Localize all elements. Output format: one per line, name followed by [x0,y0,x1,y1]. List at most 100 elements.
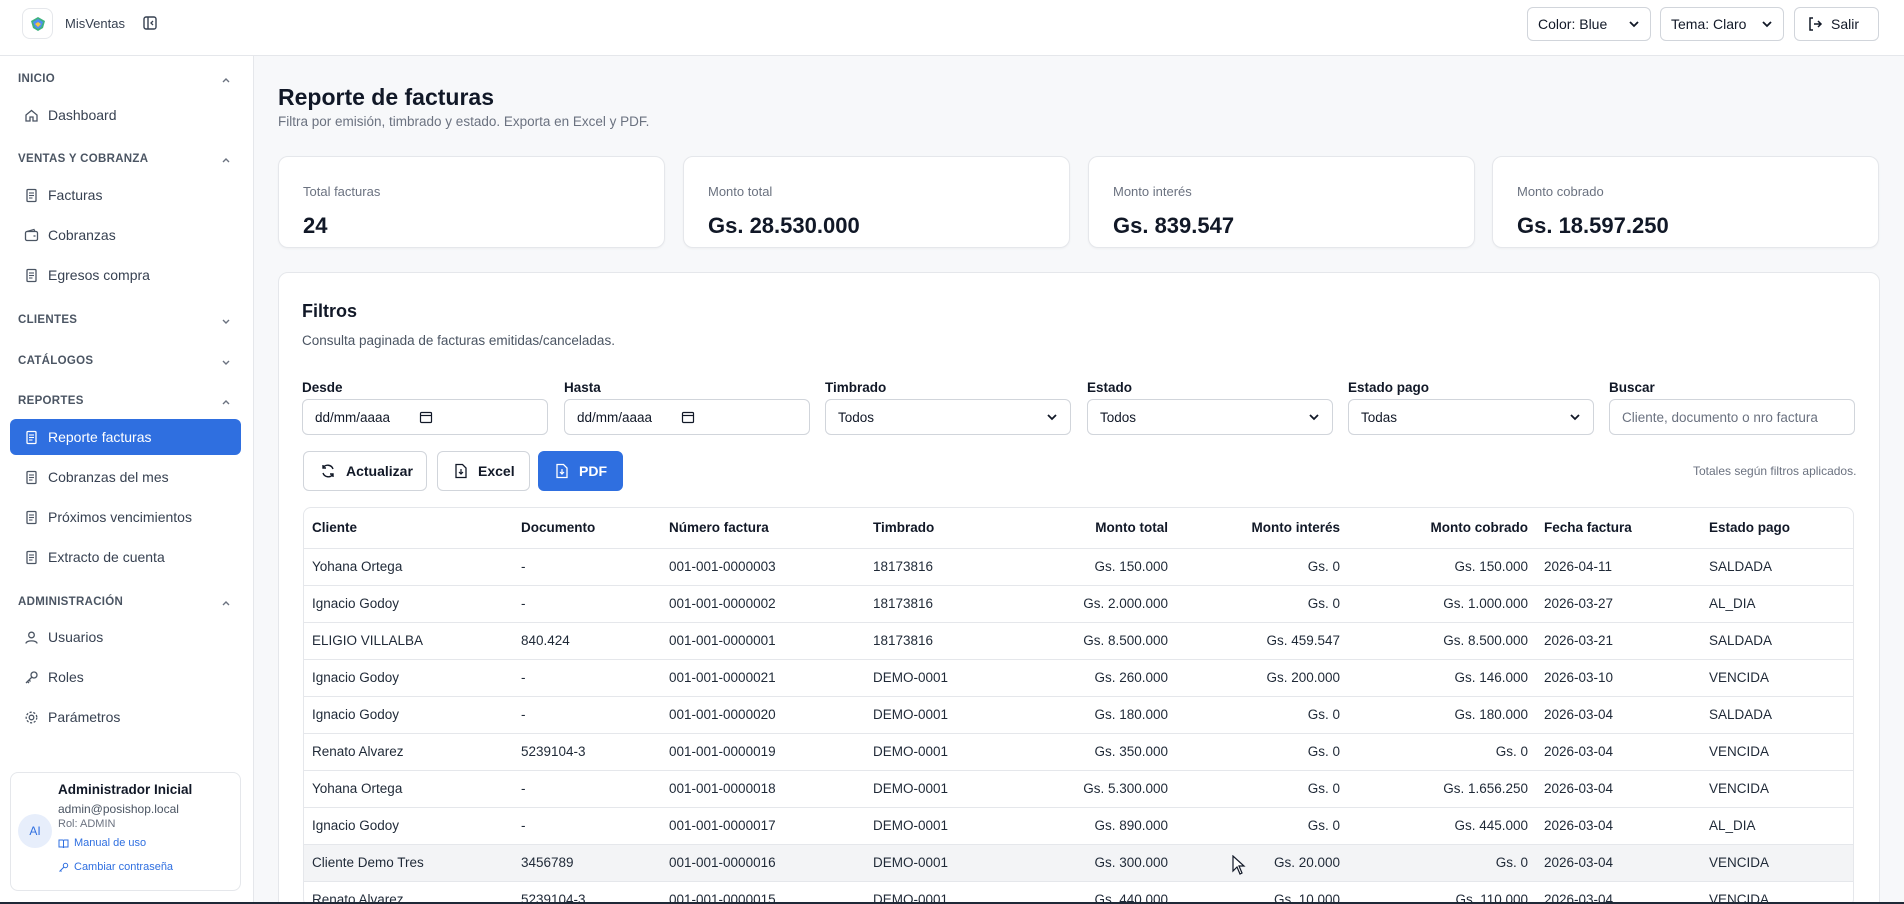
cell-estado-pago: VENCIDA [1701,881,1853,904]
column-header[interactable]: Monto total [988,508,1176,549]
hasta-value: dd/mm/aaaa [577,409,653,425]
section-administracion[interactable]: ADMINISTRACIÓN [18,596,123,608]
column-header[interactable]: Monto cobrado [1348,508,1536,549]
cell-numero-factura: 001-001-0000018 [661,770,865,808]
chevron-up-icon[interactable] [221,155,231,165]
cell-monto-cobrado: Gs. 150.000 [1348,548,1536,586]
table-row[interactable]: Renato Alvarez 5239104-3 001-001-0000019… [304,733,1853,771]
change-password-link[interactable]: Cambiar contraseña [58,861,173,873]
sidebar-item-label: Próximos vencimientos [48,509,192,525]
cell-timbrado: DEMO-0001 [865,696,988,734]
cell-timbrado: DEMO-0001 [865,881,988,904]
stat-label: Monto total [708,184,773,199]
column-header[interactable]: Número factura [661,508,865,549]
chevron-down-icon[interactable] [221,357,231,367]
cell-fecha-factura: 2026-03-21 [1536,622,1701,660]
section-ventas-cobranza[interactable]: VENTAS Y COBRANZA [18,153,148,165]
cell-monto-total: Gs. 180.000 [988,696,1176,734]
filters-title: Filtros [302,301,358,321]
sidebar-toggle-icon[interactable] [141,14,159,32]
table-row[interactable]: Yohana Ortega - 001-001-0000018 DEMO-000… [304,770,1853,808]
theme-select[interactable]: Tema: Claro [1660,7,1784,41]
sidebar-item-facturas[interactable]: Facturas [10,177,241,213]
cell-documento: 840.424 [513,622,661,660]
cell-monto-total: Gs. 260.000 [988,659,1176,697]
sidebar-item-cobranzas-del-mes[interactable]: Cobranzas del mes [10,459,241,495]
excel-button[interactable]: Excel [437,451,530,491]
estado-label: Estado [1087,380,1133,395]
cell-cliente: Yohana Ortega [304,548,513,586]
sidebar-item-cobranzas[interactable]: Cobranzas [10,217,241,253]
column-header[interactable]: Monto interés [1176,508,1348,549]
column-header[interactable]: Fecha factura [1536,508,1701,549]
table-row[interactable]: ELIGIO VILLALBA 840.424 001-001-0000001 … [304,622,1853,660]
cell-documento: 3456789 [513,844,661,882]
refresh-icon [322,464,334,478]
section-catalogos[interactable]: CATÁLOGOS [18,355,93,367]
cell-cliente: Renato Alvarez [304,733,513,771]
cell-timbrado: DEMO-0001 [865,733,988,771]
cell-timbrado: DEMO-0001 [865,844,988,882]
sidebar-item-roles[interactable]: Roles [10,659,241,695]
sidebar-item-egresos-compra[interactable]: Egresos compra [10,257,241,293]
cell-fecha-factura: 2026-03-10 [1536,659,1701,697]
stat-value: Gs. 28.530.000 [708,213,860,238]
column-header[interactable]: Timbrado [865,508,988,549]
timbrado-select[interactable]: Todos [825,399,1071,435]
table-row[interactable]: Ignacio Godoy - 001-001-0000017 DEMO-000… [304,807,1853,845]
cell-numero-factura: 001-001-0000019 [661,733,865,771]
cell-cliente: Ignacio Godoy [304,807,513,845]
section-inicio[interactable]: INICIO [18,73,55,85]
chevron-up-icon[interactable] [221,75,231,85]
cell-monto-interes: Gs. 0 [1176,585,1348,623]
cell-estado-pago: SALDADA [1701,696,1853,734]
stat-label: Total facturas [303,184,381,199]
table-row[interactable]: Yohana Ortega - 001-001-0000003 18173816… [304,548,1853,586]
chevron-up-icon[interactable] [221,397,231,407]
sidebar-item-reporte-facturas[interactable]: Reporte facturas [10,419,241,455]
cell-monto-total: Gs. 8.500.000 [988,622,1176,660]
cell-estado-pago: SALDADA [1701,622,1853,660]
pdf-button[interactable]: PDF [538,451,623,491]
cell-cliente: Ignacio Godoy [304,696,513,734]
chevron-up-icon[interactable] [221,598,231,608]
logout-button[interactable]: Salir [1794,7,1879,41]
app-name: MisVentas [65,16,125,31]
cell-cliente: Yohana Ortega [304,770,513,808]
color-select[interactable]: Color: Blue [1527,7,1651,41]
estado-pago-select[interactable]: Todas [1348,399,1594,435]
stat-value: 24 [303,213,328,238]
hasta-date-input[interactable]: dd/mm/aaaa [564,399,810,435]
column-header[interactable]: Estado pago [1701,508,1853,549]
column-header[interactable]: Documento [513,508,661,549]
estado-select[interactable]: Todos [1087,399,1333,435]
manual-link[interactable]: Manual de uso [58,837,146,849]
chevron-down-icon[interactable] [221,316,231,326]
sidebar-item-proximos-vencimientos[interactable]: Próximos vencimientos [10,499,241,535]
sidebar-item-parametros[interactable]: Parámetros [10,699,241,735]
table-row[interactable]: Renato Alvarez 5239104-3 001-001-0000015… [304,881,1853,904]
refresh-button[interactable]: Actualizar [303,451,427,491]
column-header[interactable]: Cliente [304,508,513,549]
table-row[interactable]: Ignacio Godoy - 001-001-0000021 DEMO-000… [304,659,1853,697]
table-row[interactable]: Ignacio Godoy - 001-001-0000020 DEMO-000… [304,696,1853,734]
table-row[interactable]: Cliente Demo Tres 3456789 001-001-000001… [304,844,1853,882]
stat-card-monto-total: Monto total Gs. 28.530.000 [683,156,1070,248]
section-reportes[interactable]: REPORTES [18,395,84,407]
section-clientes[interactable]: CLIENTES [18,314,77,326]
sidebar-item-extracto-de-cuenta[interactable]: Extracto de cuenta [10,539,241,575]
cell-monto-cobrado: Gs. 0 [1348,733,1536,771]
refresh-label: Actualizar [346,463,413,479]
sidebar-item-usuarios[interactable]: Usuarios [10,619,241,655]
chevron-down-icon [1762,21,1772,28]
calendar-icon[interactable] [681,410,695,424]
book-icon [58,839,69,848]
calendar-icon[interactable] [419,410,433,424]
cell-fecha-factura: 2026-03-04 [1536,733,1701,771]
sidebar-item-dashboard[interactable]: Dashboard [10,97,241,133]
search-input[interactable]: Cliente, documento o nro factura [1609,399,1855,435]
desde-date-input[interactable]: dd/mm/aaaa [302,399,548,435]
table-row[interactable]: Ignacio Godoy - 001-001-0000002 18173816… [304,585,1853,623]
app-logo[interactable] [22,8,53,39]
cell-cliente: Renato Alvarez [304,881,513,904]
